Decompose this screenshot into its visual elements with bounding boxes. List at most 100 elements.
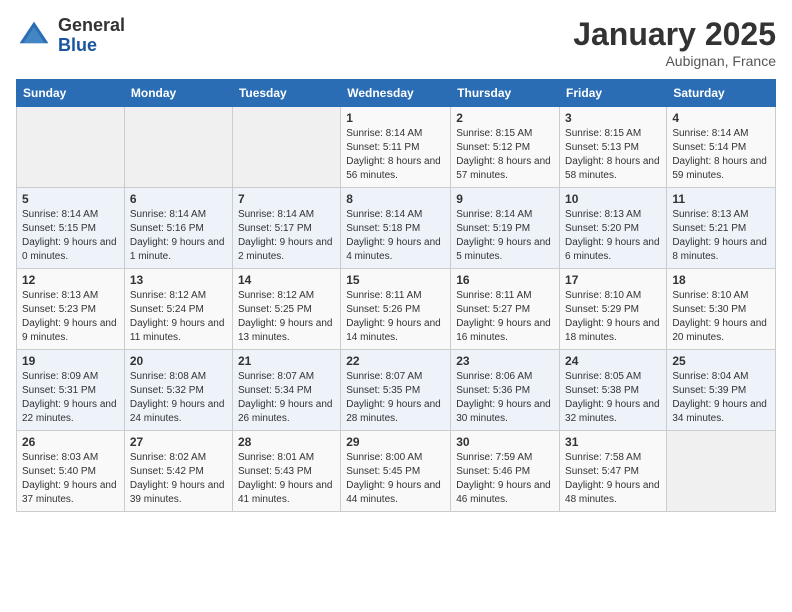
day-info: Sunrise: 8:09 AMSunset: 5:31 PMDaylight:…: [22, 371, 117, 424]
day-info: Sunrise: 8:14 AMSunset: 5:11 PMDaylight:…: [346, 128, 441, 181]
day-number: 27: [130, 435, 227, 449]
day-number: 5: [22, 192, 119, 206]
day-info: Sunrise: 7:58 AMSunset: 5:47 PMDaylight:…: [565, 452, 660, 505]
calendar-cell: 24 Sunrise: 8:05 AMSunset: 5:38 PMDayligh…: [560, 350, 667, 431]
day-number: 31: [565, 435, 661, 449]
day-info: Sunrise: 8:11 AMSunset: 5:26 PMDaylight:…: [346, 290, 441, 343]
day-info: Sunrise: 8:10 AMSunset: 5:30 PMDaylight:…: [672, 290, 767, 343]
day-number: 9: [456, 192, 554, 206]
calendar-cell: 3 Sunrise: 8:15 AMSunset: 5:13 PMDaylight…: [560, 107, 667, 188]
calendar-cell: 26Sunrise: 8:03 AMSunset: 5:40 PMDayligh…: [17, 431, 125, 512]
day-info: Sunrise: 8:14 AMSunset: 5:19 PMDaylight:…: [456, 209, 551, 262]
calendar-cell: [124, 107, 232, 188]
calendar-cell: 13 Sunrise: 8:12 AMSunset: 5:24 PMDayligh…: [124, 269, 232, 350]
day-info: Sunrise: 8:02 AMSunset: 5:42 PMDaylight:…: [130, 452, 225, 505]
day-number: 29: [346, 435, 445, 449]
calendar-cell: 6 Sunrise: 8:14 AMSunset: 5:16 PMDaylight…: [124, 188, 232, 269]
day-info: Sunrise: 8:12 AMSunset: 5:24 PMDaylight:…: [130, 290, 225, 343]
day-number: 24: [565, 354, 661, 368]
title-block: January 2025 Aubignan, France: [573, 16, 776, 69]
day-info: Sunrise: 8:14 AMSunset: 5:15 PMDaylight:…: [22, 209, 117, 262]
day-info: Sunrise: 8:07 AMSunset: 5:35 PMDaylight:…: [346, 371, 441, 424]
day-info: Sunrise: 8:05 AMSunset: 5:38 PMDaylight:…: [565, 371, 660, 424]
day-info: Sunrise: 8:14 AMSunset: 5:14 PMDaylight:…: [672, 128, 767, 181]
weekday-header-wednesday: Wednesday: [341, 80, 451, 107]
page-header: General Blue January 2025 Aubignan, Fran…: [16, 16, 776, 69]
day-number: 12: [22, 273, 119, 287]
day-info: Sunrise: 8:07 AMSunset: 5:34 PMDaylight:…: [238, 371, 333, 424]
day-number: 13: [130, 273, 227, 287]
calendar-cell: 7Sunrise: 8:14 AMSunset: 5:17 PMDaylight…: [232, 188, 340, 269]
weekday-header-thursday: Thursday: [451, 80, 560, 107]
calendar-cell: 11Sunrise: 8:13 AMSunset: 5:21 PMDayligh…: [667, 188, 776, 269]
day-number: 4: [672, 111, 770, 125]
day-info: Sunrise: 8:13 AMSunset: 5:23 PMDaylight:…: [22, 290, 117, 343]
calendar-cell: 12 Sunrise: 8:13 AMSunset: 5:23 PMDayligh…: [17, 269, 125, 350]
day-number: 14: [238, 273, 335, 287]
day-info: Sunrise: 8:04 AMSunset: 5:39 PMDaylight:…: [672, 371, 767, 424]
day-info: Sunrise: 8:14 AMSunset: 5:16 PMDaylight:…: [130, 209, 225, 262]
day-info: Sunrise: 8:08 AMSunset: 5:32 PMDaylight:…: [130, 371, 225, 424]
calendar-cell: 30 Sunrise: 7:59 AMSunset: 5:46 PMDayligh…: [451, 431, 560, 512]
calendar-cell: 14 Sunrise: 8:12 AMSunset: 5:25 PMDayligh…: [232, 269, 340, 350]
calendar-cell: 22 Sunrise: 8:07 AMSunset: 5:35 PMDayligh…: [341, 350, 451, 431]
calendar-cell: 4 Sunrise: 8:14 AMSunset: 5:14 PMDaylight…: [667, 107, 776, 188]
day-info: Sunrise: 8:14 AMSunset: 5:17 PMDaylight:…: [238, 209, 333, 262]
calendar-cell: 20 Sunrise: 8:08 AMSunset: 5:32 PMDayligh…: [124, 350, 232, 431]
day-number: 8: [346, 192, 445, 206]
day-info: Sunrise: 8:14 AMSunset: 5:18 PMDaylight:…: [346, 209, 441, 262]
day-info: Sunrise: 7:59 AMSunset: 5:46 PMDaylight:…: [456, 452, 551, 505]
day-info: Sunrise: 8:11 AMSunset: 5:27 PMDaylight:…: [456, 290, 551, 343]
calendar-cell: 2 Sunrise: 8:15 AMSunset: 5:12 PMDaylight…: [451, 107, 560, 188]
logo-general: General: [58, 16, 125, 36]
day-info: Sunrise: 8:06 AMSunset: 5:36 PMDaylight:…: [456, 371, 551, 424]
day-number: 6: [130, 192, 227, 206]
calendar-cell: 27 Sunrise: 8:02 AMSunset: 5:42 PMDayligh…: [124, 431, 232, 512]
logo: General Blue: [16, 16, 125, 56]
day-info: Sunrise: 8:15 AMSunset: 5:13 PMDaylight:…: [565, 128, 660, 181]
calendar-week-row: 12 Sunrise: 8:13 AMSunset: 5:23 PMDayligh…: [17, 269, 776, 350]
calendar-cell: 19 Sunrise: 8:09 AMSunset: 5:31 PMDayligh…: [17, 350, 125, 431]
day-number: 2: [456, 111, 554, 125]
calendar-cell: 21 Sunrise: 8:07 AMSunset: 5:34 PMDayligh…: [232, 350, 340, 431]
day-info: Sunrise: 8:15 AMSunset: 5:12 PMDaylight:…: [456, 128, 551, 181]
day-info: Sunrise: 8:12 AMSunset: 5:25 PMDaylight:…: [238, 290, 333, 343]
calendar-cell: 5 Sunrise: 8:14 AMSunset: 5:15 PMDaylight…: [17, 188, 125, 269]
weekday-header-monday: Monday: [124, 80, 232, 107]
day-info: Sunrise: 8:00 AMSunset: 5:45 PMDaylight:…: [346, 452, 441, 505]
weekday-header-tuesday: Tuesday: [232, 80, 340, 107]
day-number: 25: [672, 354, 770, 368]
calendar-cell: [232, 107, 340, 188]
logo-icon: [16, 18, 52, 54]
day-info: Sunrise: 8:13 AMSunset: 5:20 PMDaylight:…: [565, 209, 660, 262]
calendar-cell: 8 Sunrise: 8:14 AMSunset: 5:18 PMDaylight…: [341, 188, 451, 269]
day-number: 16: [456, 273, 554, 287]
day-number: 11: [672, 192, 770, 206]
day-number: 18: [672, 273, 770, 287]
day-info: Sunrise: 8:10 AMSunset: 5:29 PMDaylight:…: [565, 290, 660, 343]
calendar-cell: 16 Sunrise: 8:11 AMSunset: 5:27 PMDayligh…: [451, 269, 560, 350]
day-number: 23: [456, 354, 554, 368]
logo-blue: Blue: [58, 36, 125, 56]
calendar-cell: [667, 431, 776, 512]
calendar-cell: 28Sunrise: 8:01 AMSunset: 5:43 PMDayligh…: [232, 431, 340, 512]
logo-text: General Blue: [58, 16, 125, 56]
day-number: 30: [456, 435, 554, 449]
calendar-cell: 9 Sunrise: 8:14 AMSunset: 5:19 PMDaylight…: [451, 188, 560, 269]
calendar-cell: 23 Sunrise: 8:06 AMSunset: 5:36 PMDayligh…: [451, 350, 560, 431]
day-number: 3: [565, 111, 661, 125]
day-info: Sunrise: 8:01 AMSunset: 5:43 PMDaylight:…: [238, 452, 333, 505]
day-number: 19: [22, 354, 119, 368]
day-number: 21: [238, 354, 335, 368]
day-number: 22: [346, 354, 445, 368]
calendar-cell: [17, 107, 125, 188]
calendar-week-row: 1Sunrise: 8:14 AMSunset: 5:11 PMDaylight…: [17, 107, 776, 188]
calendar-cell: 31 Sunrise: 7:58 AMSunset: 5:47 PMDayligh…: [560, 431, 667, 512]
day-number: 20: [130, 354, 227, 368]
calendar-week-row: 5 Sunrise: 8:14 AMSunset: 5:15 PMDaylight…: [17, 188, 776, 269]
calendar-cell: 10Sunrise: 8:13 AMSunset: 5:20 PMDayligh…: [560, 188, 667, 269]
calendar-cell: 25 Sunrise: 8:04 AMSunset: 5:39 PMDayligh…: [667, 350, 776, 431]
calendar-week-row: 26Sunrise: 8:03 AMSunset: 5:40 PMDayligh…: [17, 431, 776, 512]
calendar-table: SundayMondayTuesdayWednesdayThursdayFrid…: [16, 79, 776, 512]
calendar-cell: 1Sunrise: 8:14 AMSunset: 5:11 PMDaylight…: [341, 107, 451, 188]
